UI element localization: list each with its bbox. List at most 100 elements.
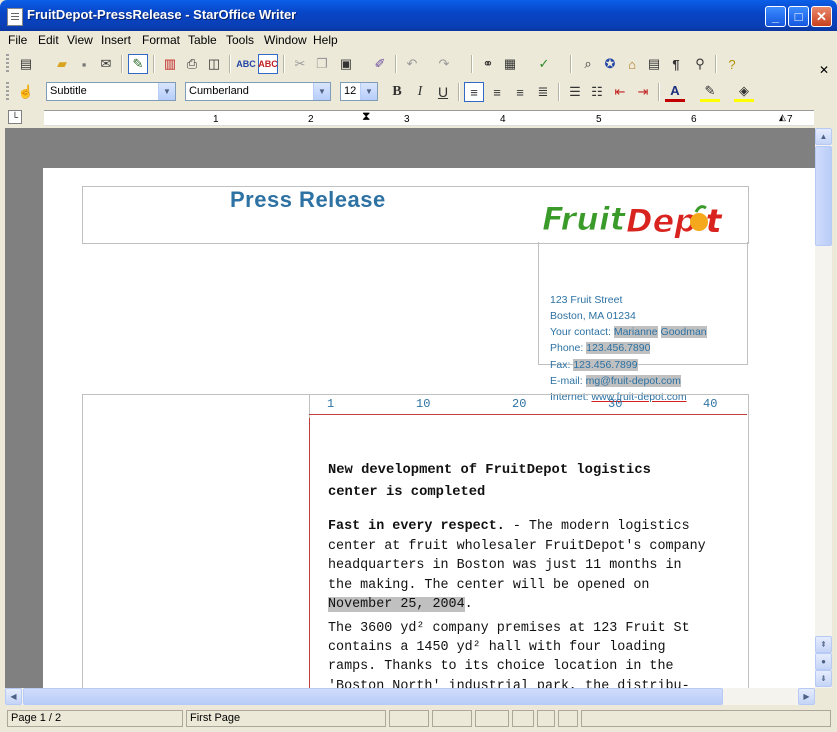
paragraph-2-line-2[interactable]: contains a 1450 yd² hall with four loadi… — [328, 638, 748, 658]
zoom-icon[interactable]: ⚲ — [690, 54, 710, 74]
horizontal-ruler[interactable]: └ 1 2 3 4 5 6 7 ⧗ ◭ — [0, 106, 837, 128]
right-indent-marker-icon[interactable]: ◭ — [779, 112, 786, 123]
background-color-icon[interactable]: ◈ — [734, 82, 754, 102]
paragraph-1-line-5[interactable]: November 25, 2004. — [328, 595, 748, 615]
highlighting-icon[interactable]: ✎ — [700, 82, 720, 102]
menu-file[interactable]: File — [8, 33, 27, 47]
chevron-down-icon[interactable]: ▼ — [360, 83, 377, 100]
hyperlink-icon[interactable]: ⚭ — [478, 54, 498, 74]
paragraph-2-line-3[interactable]: ramps. Thanks to its choice location in … — [328, 657, 748, 677]
horizontal-scrollbar[interactable]: ◀ ▶ — [5, 688, 815, 705]
autospellcheck-icon[interactable]: ABC — [258, 54, 278, 74]
bullets-icon[interactable]: ☷ — [587, 82, 607, 102]
menu-window[interactable]: Window — [264, 33, 307, 47]
menu-edit[interactable]: Edit — [38, 33, 59, 47]
insert-mode-indicator[interactable] — [432, 710, 472, 727]
toolbar-grip[interactable] — [6, 82, 9, 101]
selection-mode-indicator[interactable] — [475, 710, 509, 727]
redo-icon[interactable]: ↷ — [434, 54, 454, 74]
title-bar[interactable]: FruitDepot-PressRelease - StarOffice Wri… — [0, 0, 837, 31]
chevron-down-icon[interactable]: ▼ — [313, 83, 330, 100]
undo-icon[interactable]: ↶ — [402, 54, 422, 74]
decrease-indent-icon[interactable]: ⇤ — [610, 82, 630, 102]
justify-icon[interactable]: ≣ — [533, 82, 553, 102]
paragraph-1-line-4[interactable]: the making. The center will be opened on — [328, 576, 748, 596]
copy-icon[interactable]: ❐ — [312, 54, 332, 74]
menu-help[interactable]: Help — [313, 33, 338, 47]
menu-view[interactable]: View — [67, 33, 93, 47]
tab-type-icon[interactable]: └ — [8, 110, 22, 124]
next-page-icon[interactable]: ⇟ — [815, 670, 832, 687]
paste-icon[interactable]: ▣ — [336, 54, 356, 74]
scroll-thumb[interactable] — [815, 146, 832, 246]
paragraph-1-line-1[interactable]: Fast in every respect. - The modern logi… — [328, 517, 748, 537]
font-name-select[interactable]: Cumberland ▼ — [185, 82, 331, 101]
minimize-button[interactable]: _ — [765, 6, 786, 27]
hyperlink-mode-indicator[interactable] — [512, 710, 534, 727]
navigation-icon[interactable]: ● — [815, 653, 832, 670]
cut-icon[interactable]: ✂ — [290, 54, 310, 74]
paragraph-2-line-4[interactable]: 'Boston North' industrial park, the dist… — [328, 677, 748, 688]
heading-line-2[interactable]: center is completed — [328, 483, 748, 503]
font-size-select[interactable]: 12 ▼ — [340, 82, 378, 101]
page-style-indicator[interactable]: First Page — [186, 710, 386, 727]
email-field[interactable]: mg@fruit-depot.com — [585, 375, 681, 387]
print-icon[interactable]: ⎙ — [182, 54, 202, 74]
clone-formatting-icon[interactable]: ✐ — [370, 54, 390, 74]
table-icon[interactable]: ▦ — [500, 54, 520, 74]
underline-icon[interactable]: U — [433, 82, 453, 102]
scroll-right-icon[interactable]: ▶ — [798, 688, 815, 705]
menu-insert[interactable]: Insert — [101, 33, 131, 47]
email-icon[interactable]: ✉ — [96, 54, 116, 74]
horizontal-scroll-thumb[interactable] — [23, 688, 723, 705]
contact-last-field[interactable]: Goodman — [660, 326, 707, 338]
heading-line-1[interactable]: New development of FruitDepot logistics — [328, 461, 748, 481]
paragraph-1-line-3[interactable]: headquarters in Boston was just 11 month… — [328, 556, 748, 576]
edit-file-icon[interactable]: ✎ — [128, 54, 148, 74]
scroll-left-icon[interactable]: ◀ — [5, 688, 22, 705]
menu-table[interactable]: Table — [188, 33, 217, 47]
bold-icon[interactable]: B — [387, 82, 407, 102]
help-icon[interactable]: ? — [722, 54, 742, 74]
numbering-icon[interactable]: ☰ — [565, 82, 585, 102]
navigator-icon[interactable]: ✪ — [600, 54, 620, 74]
align-right-icon[interactable]: ≡ — [510, 82, 530, 102]
previous-page-icon[interactable]: ⇞ — [815, 636, 832, 653]
vertical-scrollbar[interactable]: ▲ ⇞ ● ⇟ — [815, 128, 832, 688]
italic-icon[interactable]: I — [410, 82, 430, 102]
fax-field[interactable]: 123.456.7899 — [573, 359, 638, 371]
open-folder-icon[interactable]: ▰ — [52, 54, 72, 74]
spellcheck-icon[interactable]: ABC — [236, 54, 256, 74]
page-preview-icon[interactable]: ◫ — [204, 54, 224, 74]
paragraph-2-line-1[interactable]: The 3600 yd² company premises at 123 Fru… — [328, 619, 748, 639]
phone-field[interactable]: 123.456.7890 — [586, 342, 651, 354]
nonprinting-characters-icon[interactable]: ¶ — [666, 54, 686, 74]
scroll-up-icon[interactable]: ▲ — [815, 128, 832, 145]
contact-first-field[interactable]: Marianne — [613, 326, 658, 338]
new-document-icon[interactable]: ▤ — [16, 54, 36, 74]
align-left-icon[interactable]: ≡ — [464, 82, 484, 102]
increase-indent-icon[interactable]: ⇥ — [633, 82, 653, 102]
paragraph-1-line-2[interactable]: center at fruit wholesaler FruitDepot's … — [328, 537, 748, 557]
paragraph-style-select[interactable]: Subtitle ▼ — [46, 82, 176, 101]
maximize-button[interactable]: □ — [788, 6, 809, 27]
data-sources-icon[interactable]: ▤ — [644, 54, 664, 74]
find-replace-icon[interactable]: ⌕ — [578, 54, 598, 74]
show-draw-functions-icon[interactable]: ✓ — [534, 54, 554, 74]
document-canvas[interactable]: Press Release Fruit Dep t 123 Fruit Stre… — [5, 128, 815, 688]
toolbar-grip[interactable] — [6, 54, 9, 73]
font-color-icon[interactable]: A — [665, 82, 685, 102]
page-indicator[interactable]: Page 1 / 2 — [7, 710, 183, 727]
menu-tools[interactable]: Tools — [226, 33, 254, 47]
ruler-strip[interactable]: 1 2 3 4 5 6 7 ⧗ ◭ — [44, 109, 814, 126]
date-field[interactable]: November 25, 2004 — [328, 597, 465, 612]
align-center-icon[interactable]: ≡ — [487, 82, 507, 102]
styles-formatting-icon[interactable]: ☝ — [16, 82, 36, 102]
close-button[interactable]: ✕ — [811, 6, 832, 27]
menu-format[interactable]: Format — [142, 33, 180, 47]
zoom-indicator[interactable] — [389, 710, 429, 727]
save-icon[interactable]: ▪ — [74, 54, 94, 74]
indent-marker-icon[interactable]: ⧗ — [362, 109, 370, 124]
chevron-down-icon[interactable]: ▼ — [158, 83, 175, 100]
export-pdf-icon[interactable]: ▥ — [160, 54, 180, 74]
